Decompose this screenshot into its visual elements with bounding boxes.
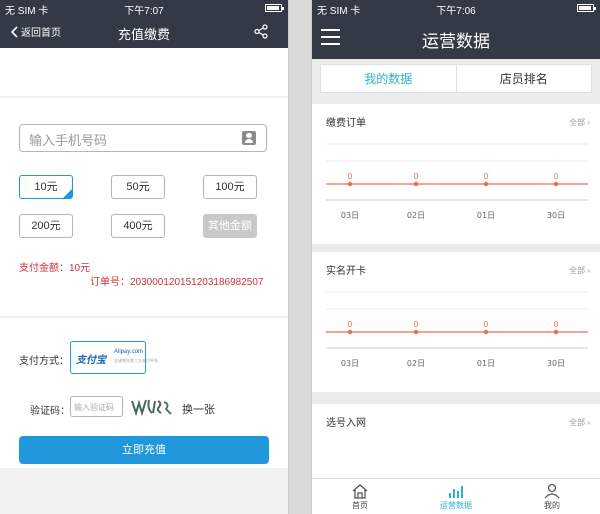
operations-data-screen: 无 SIM 卡 下午7:06 运营数据 我的数据 店员排名 缴费订单 全部 › …: [311, 0, 600, 514]
data-label: 0: [414, 172, 419, 181]
data-label: 0: [348, 172, 353, 181]
alipay-domain: Alipay.com: [114, 349, 143, 355]
data-point: [347, 329, 353, 335]
pay-amount: 支付金额：10元: [19, 263, 91, 274]
data-label: 0: [484, 320, 489, 329]
data-point: [413, 329, 419, 335]
phone-number-placeholder: 输入手机号码: [29, 133, 108, 148]
tab-my-data[interactable]: 我的数据: [321, 65, 456, 92]
battery-icon: [265, 4, 284, 12]
x-tick-label: 01日: [477, 211, 495, 220]
captcha-image: [131, 399, 172, 417]
x-tick-label: 03日: [341, 211, 359, 220]
x-tick-label: 30日: [547, 211, 565, 220]
payment-orders-chart: 0 0 0 0 03日 02日 01日 30日: [326, 143, 588, 220]
home-icon: [352, 484, 368, 499]
data-point: [553, 329, 559, 335]
data-label: 0: [554, 172, 559, 181]
page-title: 充值缴费: [117, 27, 170, 42]
x-tick-label: 30日: [547, 359, 565, 368]
data-point: [483, 181, 489, 187]
amount-option-200[interactable]: 200元: [19, 214, 73, 238]
data-label: 0: [554, 320, 559, 329]
alipay-option[interactable]: 支付宝 Alipay.com 全球领先第三方支付平台: [70, 341, 158, 374]
bottom-tab-bar: 首页 运营数据 我的: [312, 478, 600, 514]
segment-tabs: 我的数据 店员排名: [320, 64, 592, 93]
recharge-form: 输入手机号码 10元 50元 100元 200元 400元 其他金额 支付金额：…: [0, 98, 288, 316]
alipay-tagline: 全球领先第三方支付平台: [114, 358, 158, 363]
pay-method-label: 支付方式：: [19, 356, 69, 367]
view-all-link[interactable]: 全部 ›: [569, 417, 590, 428]
card-payment-orders: 缴费订单 全部 › 0 0 0 0 03日 02日 01日 30日: [312, 104, 600, 244]
captcha-input[interactable]: 输入验证码: [70, 396, 123, 417]
tab-staff-ranking[interactable]: 店员排名: [455, 65, 592, 92]
battery-icon: [577, 4, 596, 12]
bar-chart-icon: [449, 486, 463, 498]
tab-home-label: 首页: [352, 501, 368, 510]
page-title: 运营数据: [422, 32, 490, 51]
share-icon: [254, 24, 268, 39]
realname-cards-chart: 0 0 0 0 03日 02日 01日 30日: [326, 291, 588, 368]
nav-bar: 返回首页 充值缴费: [0, 15, 288, 48]
amount-option-50[interactable]: 50元: [111, 175, 165, 199]
share-button[interactable]: [254, 24, 268, 44]
tab-home[interactable]: 首页: [312, 479, 408, 514]
contacts-icon[interactable]: [242, 131, 256, 145]
amount-option-400[interactable]: 400元: [111, 214, 165, 238]
data-point: [483, 329, 489, 335]
card-realname-cards: 实名开卡 全部 › 0 0 0 0 03日 02日 01日 30日: [312, 252, 600, 392]
alipay-logo-text: 支付宝: [76, 355, 106, 366]
view-all-label: 全部: [569, 418, 586, 427]
tab-operations-data[interactable]: 运营数据: [408, 479, 504, 514]
data-label: 0: [348, 320, 353, 329]
captcha-refresh-link[interactable]: 换一张: [182, 401, 215, 417]
phone-number-input[interactable]: 输入手机号码: [19, 124, 267, 152]
x-tick-label: 03日: [341, 359, 359, 368]
data-point: [347, 181, 353, 187]
data-label: 0: [484, 172, 489, 181]
recharge-submit-button[interactable]: 立即充值: [19, 436, 269, 464]
captcha-placeholder: 输入验证码: [74, 403, 114, 412]
amount-option-100[interactable]: 100元: [203, 175, 257, 199]
status-bar: 无 SIM 卡 下午7:06: [312, 0, 600, 17]
nav-bar: 运营数据: [312, 15, 600, 59]
tab-mine[interactable]: 我的: [504, 479, 600, 514]
data-label: 0: [414, 320, 419, 329]
data-point: [413, 181, 419, 187]
amount-option-10[interactable]: 10元: [19, 175, 73, 199]
recharge-screen: 无 SIM 卡 下午7:07 返回首页 充值缴费 输入手机号码 10元 50元 …: [0, 0, 289, 514]
x-tick-label: 01日: [477, 359, 495, 368]
captcha-label: 验证码：: [30, 406, 70, 417]
data-point: [553, 181, 559, 187]
order-number: 订单号：203000120151203186982507: [90, 277, 264, 288]
payment-section: 支付方式： 支付宝 Alipay.com 全球领先第三方支付平台 验证码： 输入…: [0, 318, 288, 468]
card-number-selection: 选号入网 全部 ›: [312, 404, 600, 478]
status-bar: 无 SIM 卡 下午7:07: [0, 0, 288, 17]
banner-area: [0, 48, 288, 96]
tab-mine-label: 我的: [544, 501, 560, 510]
x-tick-label: 02日: [407, 359, 425, 368]
amount-option-other[interactable]: 其他金额: [203, 214, 257, 238]
x-tick-label: 02日: [407, 211, 425, 220]
card-title: 选号入网: [326, 418, 366, 429]
tab-operations-data-label: 运营数据: [440, 501, 472, 510]
user-icon: [544, 483, 560, 499]
